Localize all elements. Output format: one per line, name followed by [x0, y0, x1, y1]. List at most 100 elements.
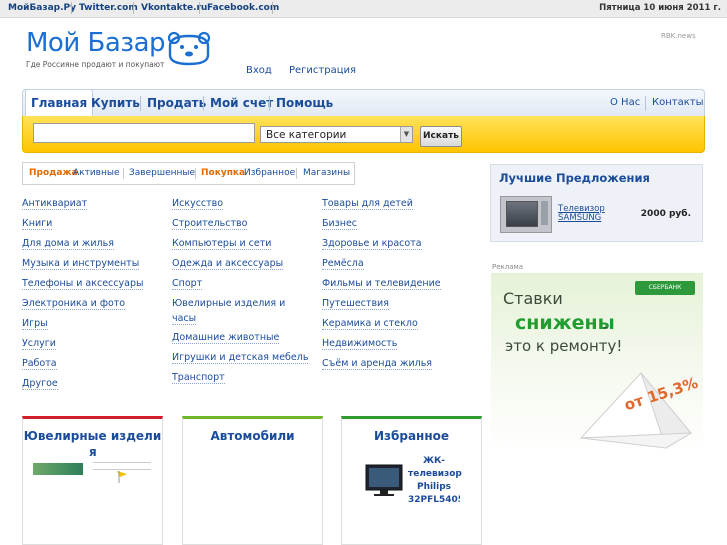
tab-home[interactable]: Главная — [25, 89, 94, 118]
favorites-box-title[interactable]: Избранное — [342, 429, 481, 443]
filter-favorites[interactable]: Избранное — [244, 163, 295, 183]
favorites-box: Избранное ЖК- телевизор Philips 32PFL540… — [341, 416, 482, 545]
category-link[interactable]: Домашние животные — [172, 332, 280, 344]
ad-line1: Ставки — [503, 289, 563, 308]
favorites-item-line: Philips — [416, 482, 452, 492]
jewelry-box: Ювелирные издели я — [22, 416, 163, 545]
tab-buy[interactable]: Купить — [91, 90, 140, 117]
category-link[interactable]: Игрушки и детская мебель — [172, 352, 309, 364]
favorites-item-line: 32PFL5405H — [408, 495, 460, 505]
top-links-bar: МойБазар.Ру Twitter.com Vkontakte.ru Fac… — [0, 0, 727, 18]
divider — [645, 96, 646, 111]
main-nav: Главная Купить Продать Мой счет Помощь О… — [22, 89, 705, 118]
toplink-twitter[interactable]: Twitter.com — [79, 3, 138, 13]
search-bar: Все категории ▼ Искать — [22, 116, 705, 153]
divider — [133, 2, 134, 14]
filter-shops[interactable]: Магазины — [303, 163, 350, 183]
chevron-down-icon: ▼ — [400, 127, 412, 142]
best-offers-title: Лучшие Предложения — [499, 171, 650, 185]
category-link[interactable]: Транспорт — [172, 372, 225, 384]
ad-dash: - — [603, 318, 609, 336]
current-date: Пятница 10 июня 2011 г. — [599, 3, 721, 13]
divider — [272, 2, 273, 14]
tv-image[interactable] — [364, 463, 404, 498]
logo-tagline: Где Россияне продают и покупают — [26, 60, 165, 69]
category-link[interactable]: Здоровье и красота — [322, 238, 422, 250]
search-button[interactable]: Искать — [420, 126, 462, 147]
category-link[interactable]: Книги — [22, 218, 53, 230]
category-link[interactable]: Керамика и стекло — [322, 318, 418, 330]
category-link[interactable]: Строительство — [172, 218, 248, 230]
jewelry-box-title[interactable]: Ювелирные издели — [23, 429, 162, 443]
filter-bar: Продажа Активные Завершенные Покупка Изб… — [22, 162, 355, 185]
ad-banner[interactable]: СБЕРБАНК Ставки снижены - это к ремонту!… — [491, 273, 703, 454]
category-link[interactable]: Ремёсла — [322, 258, 364, 270]
search-input[interactable] — [33, 123, 255, 143]
category-link[interactable]: Путешествия — [322, 298, 389, 310]
category-link[interactable]: Бизнес — [322, 218, 358, 230]
divider — [140, 96, 141, 111]
logo-name: Мой Базар — [26, 28, 166, 58]
contacts-link[interactable]: Контакты — [652, 90, 703, 116]
tv-panel — [541, 201, 548, 225]
bank-logo: СБЕРБАНК — [635, 281, 695, 295]
divider — [195, 168, 196, 179]
divider — [123, 168, 124, 179]
best-offers-panel: Лучшие Предложения Телевизор SAMSUNG 200… — [490, 164, 703, 242]
category-link[interactable]: Товары для детей — [322, 198, 413, 210]
category-select[interactable]: Все категории ▼ — [260, 126, 413, 143]
filter-active[interactable]: Активные — [73, 163, 120, 183]
category-link[interactable]: Электроника и фото — [22, 298, 126, 310]
jewelry-image[interactable] — [33, 463, 83, 475]
divider — [269, 96, 270, 111]
category-link[interactable]: Спорт — [172, 278, 203, 290]
category-link[interactable]: Искусство — [172, 198, 224, 210]
category-link[interactable]: Для дома и жилья — [22, 238, 114, 250]
category-link[interactable]: Услуги — [22, 338, 56, 350]
tab-help[interactable]: Помощь — [276, 90, 333, 117]
favorites-item-link[interactable]: ЖК- телевизор Philips 32PFL5405H — [408, 455, 462, 507]
ad-label: Реклама — [492, 263, 524, 271]
divider — [203, 96, 204, 111]
offer-image[interactable] — [500, 196, 552, 233]
category-link[interactable]: Антиквариат — [22, 198, 88, 210]
category-link[interactable]: Съём и аренда жилья — [322, 358, 433, 370]
category-link[interactable]: Одежда и аксессуары — [172, 258, 284, 270]
pin-icon — [117, 471, 127, 483]
tv-screen — [506, 201, 538, 227]
rbk-news-label[interactable]: RBK.news — [661, 32, 696, 40]
filter-finished[interactable]: Завершенные — [129, 163, 195, 183]
tab-sell[interactable]: Продать — [147, 90, 206, 117]
register-link[interactable]: Регистрация — [289, 65, 356, 76]
divider — [296, 168, 297, 179]
category-link[interactable]: Недвижимость — [322, 338, 398, 350]
category-link[interactable]: Работа — [22, 358, 57, 370]
favorites-item-line: телевизор — [408, 469, 462, 479]
category-link[interactable]: Игры — [22, 318, 48, 330]
tab-my-account[interactable]: Мой счет — [210, 90, 273, 117]
category-link[interactable]: Телефоны и аксессуары — [22, 278, 144, 290]
ad-line2: снижены — [515, 312, 615, 334]
bear-logo-icon — [167, 31, 211, 66]
category-link[interactable]: Музыка и инструменты — [22, 258, 140, 270]
divider — [199, 2, 200, 14]
offer-item-link[interactable]: Телевизор SAMSUNG — [558, 205, 618, 223]
category-link[interactable]: Компьютеры и сети — [172, 238, 272, 250]
cars-box-title[interactable]: Автомобили — [183, 429, 322, 443]
category-link[interactable]: Фильмы и телевидение — [322, 278, 441, 290]
category-link[interactable]: Другое — [22, 378, 58, 390]
about-link[interactable]: О Нас — [610, 90, 640, 116]
favorites-item-line: ЖК- — [422, 456, 446, 466]
buy-label: Покупка — [201, 168, 246, 178]
toplink-vkontakte[interactable]: Vkontakte.ru — [141, 3, 207, 13]
category-link[interactable]: часы — [172, 313, 197, 325]
login-link[interactable]: Вход — [246, 65, 272, 76]
ad-line3: это к ремонту! — [505, 337, 623, 355]
site-logo[interactable]: Мой Базар Где Россияне продают и покупаю… — [26, 28, 166, 69]
jewelry-image[interactable] — [93, 462, 151, 470]
toplink-moybazar[interactable]: МойБазар.Ру — [8, 3, 76, 13]
toplink-facebook[interactable]: Facebook.com — [207, 3, 279, 13]
category-link[interactable]: Ювелирные изделия и — [172, 298, 285, 309]
divider — [71, 2, 72, 14]
sale-label: Продажа — [29, 168, 78, 178]
